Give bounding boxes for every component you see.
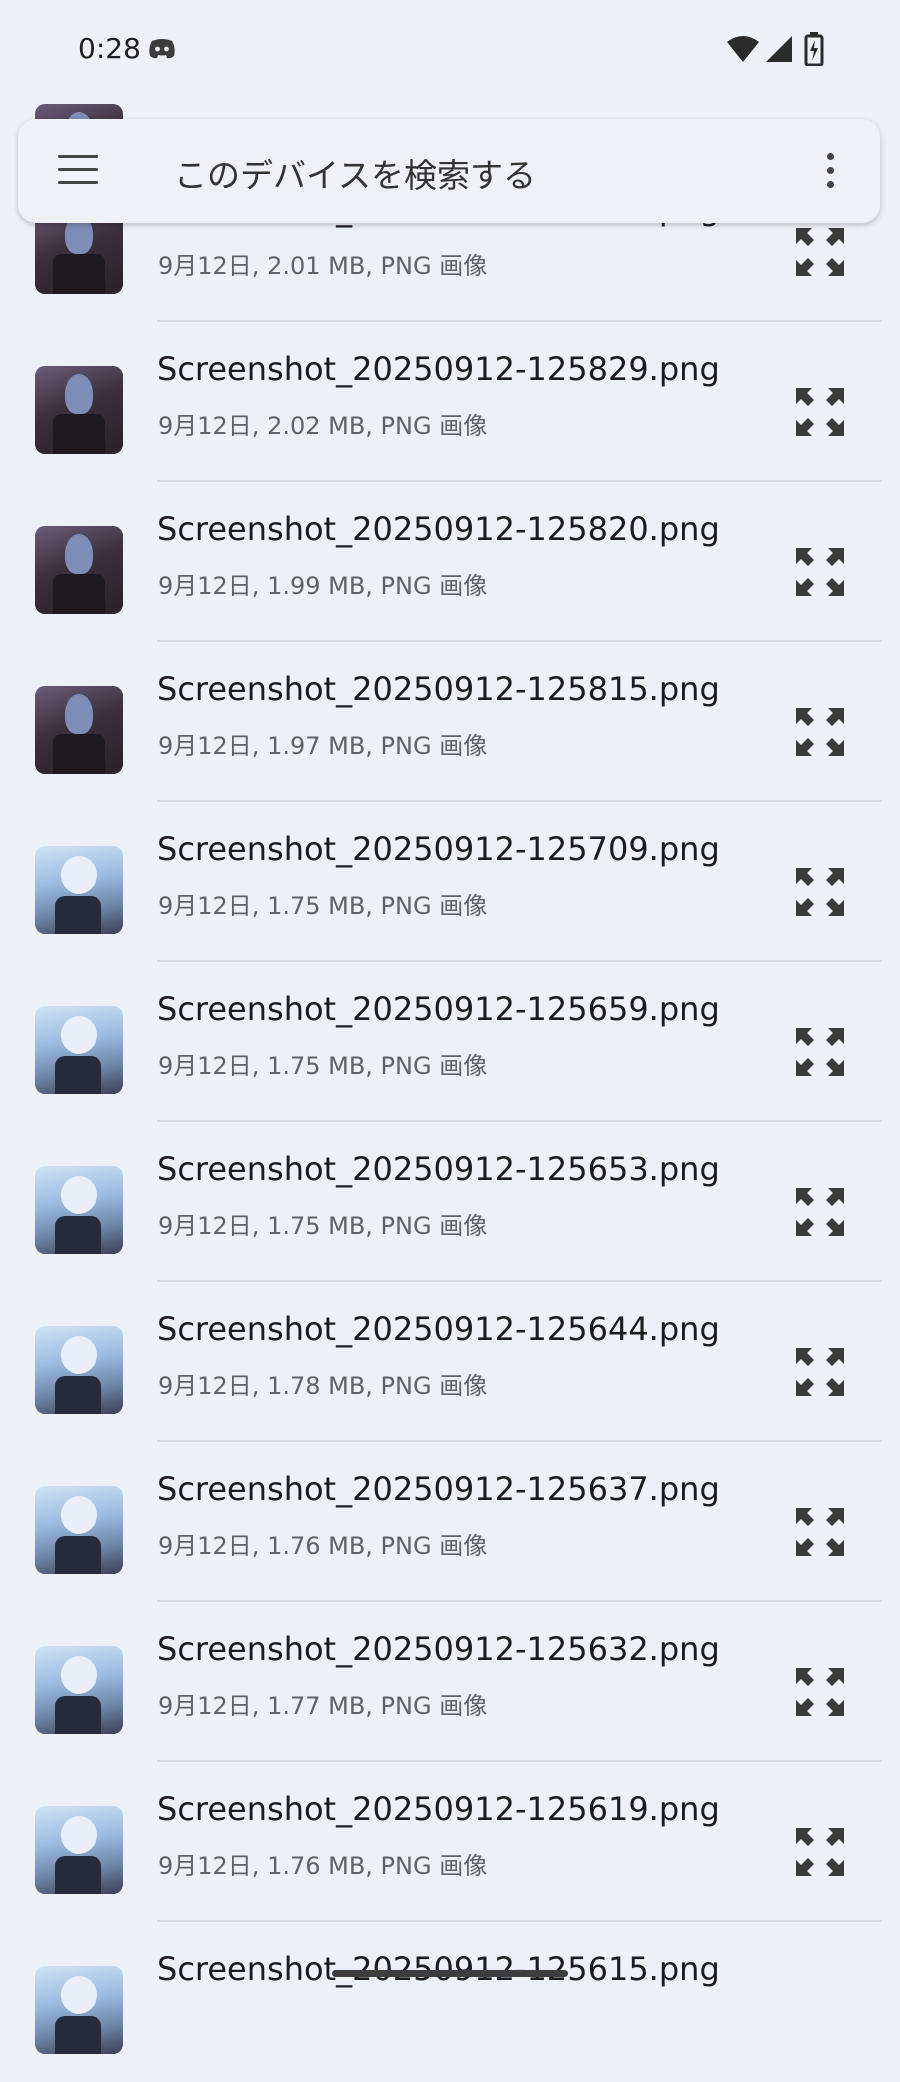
- expand-icon[interactable]: [792, 1184, 848, 1240]
- file-list[interactable]: Screenshot_20250912-125839.png9月12日, 2.0…: [0, 0, 900, 2054]
- file-meta: 9月12日, 1.75 MB, PNG 画像: [158, 892, 488, 920]
- file-meta: 9月12日, 1.99 MB, PNG 画像: [158, 572, 488, 600]
- status-bar: 0:28: [0, 0, 900, 100]
- file-thumbnail: [35, 1326, 123, 1414]
- file-name: Screenshot_20250912-125637.png: [157, 1470, 720, 1508]
- expand-icon[interactable]: [792, 1024, 848, 1080]
- file-name: Screenshot_20250912-125619.png: [157, 1790, 720, 1828]
- file-meta: 9月12日, 1.97 MB, PNG 画像: [158, 732, 488, 760]
- list-item[interactable]: Screenshot_20250912-125829.png 9月12日, 2.0…: [0, 322, 900, 482]
- battery-charging-icon: [804, 32, 824, 66]
- file-thumbnail: [35, 846, 123, 934]
- file-thumbnail: [35, 1966, 123, 2054]
- file-thumbnail: [35, 686, 123, 774]
- list-item[interactable]: Screenshot_20250912-125632.png 9月12日, 1.7…: [0, 1602, 900, 1762]
- expand-icon[interactable]: [792, 704, 848, 760]
- file-meta: 9月12日, 1.76 MB, PNG 画像: [158, 1532, 488, 1560]
- file-thumbnail: [35, 1646, 123, 1734]
- file-meta: 9月12日, 2.01 MB, PNG 画像: [158, 252, 488, 280]
- file-thumbnail: [35, 1486, 123, 1574]
- file-thumbnail: [35, 1166, 123, 1254]
- list-item[interactable]: Screenshot_20250912-125815.png 9月12日, 1.9…: [0, 642, 900, 802]
- list-item[interactable]: Screenshot_20250912-125653.png 9月12日, 1.7…: [0, 1122, 900, 1282]
- file-name: Screenshot_20250912-125659.png: [157, 990, 720, 1028]
- search-bar[interactable]: このデバイスを検索する: [18, 119, 880, 223]
- expand-icon[interactable]: [792, 1664, 848, 1720]
- file-name: Screenshot_20250912-125653.png: [157, 1150, 720, 1188]
- expand-icon[interactable]: [792, 544, 848, 600]
- file-thumbnail: [35, 1806, 123, 1894]
- expand-icon[interactable]: [792, 1344, 848, 1400]
- file-thumbnail: [35, 526, 123, 614]
- menu-icon[interactable]: [58, 155, 98, 187]
- file-name: Screenshot_20250912-125632.png: [157, 1630, 720, 1668]
- file-thumbnail: [35, 1006, 123, 1094]
- file-meta: 9月12日, 1.75 MB, PNG 画像: [158, 1052, 488, 1080]
- file-name: Screenshot_20250912-125829.png: [157, 350, 720, 388]
- file-meta: 9月12日, 1.78 MB, PNG 画像: [158, 1372, 488, 1400]
- list-item[interactable]: Screenshot_20250912-125659.png 9月12日, 1.7…: [0, 962, 900, 1122]
- status-time: 0:28: [78, 32, 141, 65]
- file-thumbnail: [35, 366, 123, 454]
- expand-icon[interactable]: [792, 224, 848, 280]
- list-item[interactable]: Screenshot_20250912-125644.png 9月12日, 1.7…: [0, 1282, 900, 1442]
- more-vert-icon[interactable]: [818, 153, 842, 193]
- file-meta: 9月12日, 1.77 MB, PNG 画像: [158, 1692, 488, 1720]
- list-item[interactable]: Screenshot_20250912-125615.png: [0, 1922, 900, 2082]
- list-item[interactable]: Screenshot_20250912-125637.png 9月12日, 1.7…: [0, 1442, 900, 1602]
- expand-icon[interactable]: [792, 864, 848, 920]
- file-name: Screenshot_20250912-125820.png: [157, 510, 720, 548]
- gesture-navigation-bar[interactable]: [332, 1970, 568, 1977]
- file-meta: 9月12日, 2.02 MB, PNG 画像: [158, 412, 488, 440]
- list-item[interactable]: Screenshot_20250912-125820.png 9月12日, 1.9…: [0, 482, 900, 642]
- expand-icon[interactable]: [792, 1824, 848, 1880]
- list-item[interactable]: Screenshot_20250912-125709.png 9月12日, 1.7…: [0, 802, 900, 962]
- expand-icon[interactable]: [792, 1504, 848, 1560]
- file-name: Screenshot_20250912-125815.png: [157, 670, 720, 708]
- wifi-icon: [727, 36, 759, 62]
- file-meta: 9月12日, 1.75 MB, PNG 画像: [158, 1212, 488, 1240]
- discord-icon: [149, 39, 175, 59]
- file-name: Screenshot_20250912-125709.png: [157, 830, 720, 868]
- expand-icon[interactable]: [792, 384, 848, 440]
- file-meta: 9月12日, 1.76 MB, PNG 画像: [158, 1852, 488, 1880]
- file-name: Screenshot_20250912-125644.png: [157, 1310, 720, 1348]
- list-item[interactable]: Screenshot_20250912-125619.png 9月12日, 1.7…: [0, 1762, 900, 1922]
- signal-icon: [766, 36, 792, 62]
- search-input[interactable]: このデバイスを検索する: [174, 149, 536, 197]
- file-name: Screenshot_20250912-125615.png: [157, 1950, 720, 1988]
